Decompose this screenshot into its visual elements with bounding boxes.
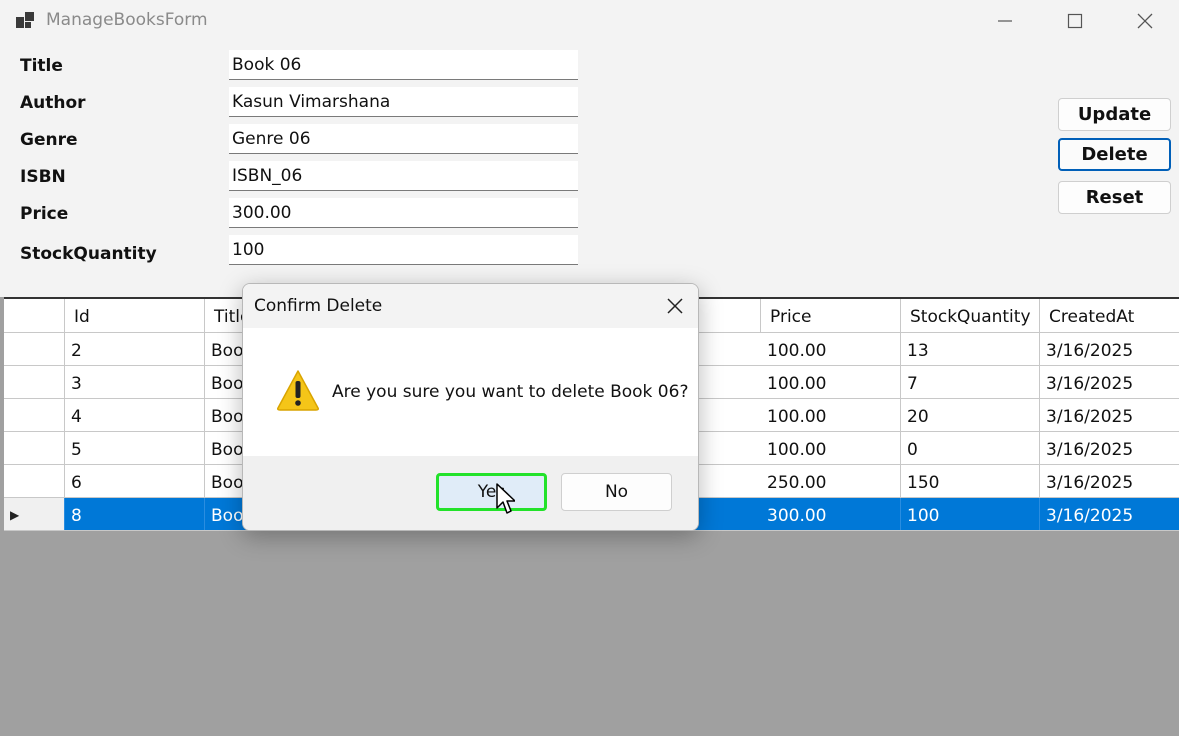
minimize-icon	[998, 20, 1012, 22]
cell-stock[interactable]: 100	[901, 498, 1040, 530]
cell-created-at[interactable]: 3/16/2025	[1040, 399, 1179, 431]
delete-button[interactable]: Delete	[1058, 138, 1171, 171]
cell-price[interactable]: 100.00	[761, 399, 901, 431]
dialog-footer: Yes No	[243, 456, 698, 530]
column-header-stock-quantity[interactable]: StockQuantity	[901, 299, 1040, 332]
no-button[interactable]: No	[561, 473, 672, 511]
genre-label: Genre	[20, 130, 78, 150]
dialog-close-button[interactable]	[659, 292, 691, 320]
reset-button[interactable]: Reset	[1058, 181, 1171, 214]
column-header-price[interactable]: Price	[761, 299, 901, 332]
row-indicator[interactable]	[4, 366, 65, 398]
cell-created-at[interactable]: 3/16/2025	[1040, 333, 1179, 365]
title-label: Title	[20, 56, 63, 76]
close-icon	[1137, 13, 1153, 29]
cell-price[interactable]: 100.00	[761, 366, 901, 398]
cell-stock[interactable]: 20	[901, 399, 1040, 431]
title-field[interactable]: Book 06	[229, 50, 578, 80]
row-indicator[interactable]	[4, 399, 65, 431]
column-header-created-at[interactable]: CreatedAt	[1040, 299, 1179, 332]
cell-id[interactable]: 8	[65, 498, 205, 530]
column-header-id[interactable]: Id	[65, 299, 205, 332]
isbn-label: ISBN	[20, 167, 66, 187]
cell-created-at[interactable]: 3/16/2025	[1040, 432, 1179, 464]
title-bar: ManageBooksForm	[0, 0, 1179, 42]
row-indicator[interactable]	[4, 465, 65, 497]
yes-button[interactable]: Yes	[436, 473, 547, 511]
close-button[interactable]	[1110, 0, 1179, 42]
stock-quantity-field[interactable]: 100	[229, 235, 578, 265]
maximize-icon	[1067, 13, 1083, 29]
cell-price[interactable]: 100.00	[761, 333, 901, 365]
cell-price[interactable]: 250.00	[761, 465, 901, 497]
cell-stock[interactable]: 150	[901, 465, 1040, 497]
close-icon	[667, 298, 683, 314]
row-indicator[interactable]	[4, 333, 65, 365]
cell-id[interactable]: 2	[65, 333, 205, 365]
dialog-body: Are you sure you want to delete Book 06?	[243, 328, 698, 456]
author-label: Author	[20, 93, 86, 113]
cell-id[interactable]: 6	[65, 465, 205, 497]
cell-created-at[interactable]: 3/16/2025	[1040, 366, 1179, 398]
cell-id[interactable]: 4	[65, 399, 205, 431]
dialog-title-bar: Confirm Delete	[243, 284, 698, 328]
window-title: ManageBooksForm	[46, 10, 208, 30]
minimize-button[interactable]	[970, 0, 1040, 42]
cell-stock[interactable]: 7	[901, 366, 1040, 398]
cell-id[interactable]: 3	[65, 366, 205, 398]
author-field[interactable]: Kasun Vimarshana	[229, 87, 578, 117]
row-indicator[interactable]	[4, 432, 65, 464]
row-header-corner	[4, 299, 65, 332]
cell-stock[interactable]: 0	[901, 432, 1040, 464]
maximize-button[interactable]	[1040, 0, 1110, 42]
cell-price[interactable]: 300.00	[761, 498, 901, 530]
dialog-message: Are you sure you want to delete Book 06?	[332, 382, 689, 402]
stock-quantity-label: StockQuantity	[20, 244, 157, 264]
app-icon	[16, 12, 34, 28]
dialog-title: Confirm Delete	[254, 296, 383, 316]
mouse-cursor-icon	[496, 483, 515, 514]
cell-stock[interactable]: 13	[901, 333, 1040, 365]
warning-icon	[277, 370, 319, 411]
price-label: Price	[20, 204, 69, 224]
cell-created-at[interactable]: 3/16/2025	[1040, 465, 1179, 497]
isbn-field[interactable]: ISBN_06	[229, 161, 578, 191]
update-button[interactable]: Update	[1058, 98, 1171, 131]
cell-created-at[interactable]: 3/16/2025	[1040, 498, 1179, 530]
row-indicator-arrow[interactable]: ▶	[4, 498, 65, 530]
cell-id[interactable]: 5	[65, 432, 205, 464]
confirm-delete-dialog: Confirm Delete Are you sure you want to …	[242, 283, 699, 531]
price-field[interactable]: 300.00	[229, 198, 578, 228]
genre-field[interactable]: Genre 06	[229, 124, 578, 154]
cell-price[interactable]: 100.00	[761, 432, 901, 464]
